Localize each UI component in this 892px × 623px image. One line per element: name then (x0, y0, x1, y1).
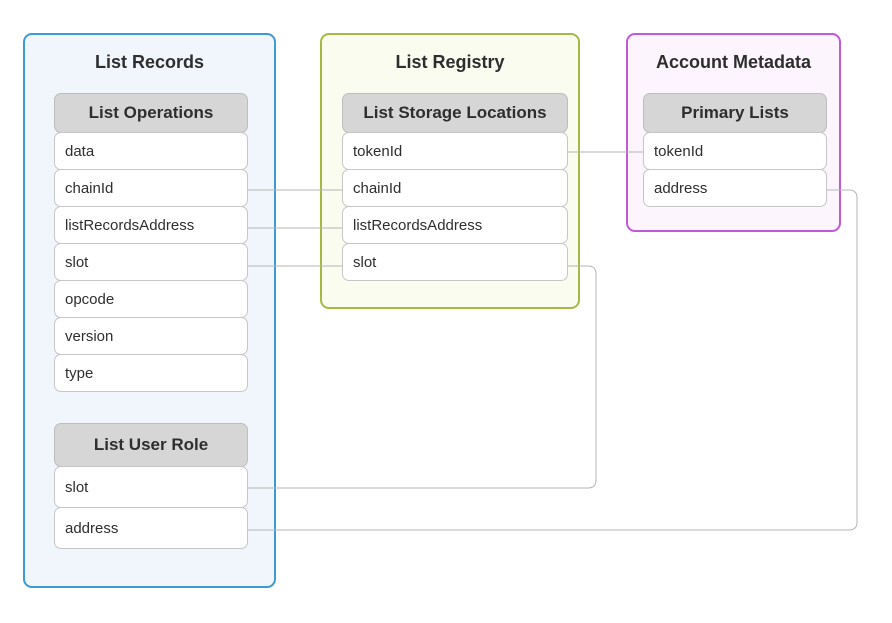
entity-primary-lists: Primary Lists tokenId address (643, 93, 827, 207)
field-row-slot: slot (342, 243, 568, 281)
entity-list-user-role: List User Role slot address (54, 423, 248, 549)
field-row-data: data (54, 132, 248, 170)
group-title-account-metadata: Account Metadata (628, 52, 839, 73)
group-title-list-registry: List Registry (322, 52, 578, 73)
field-row-address: address (54, 507, 248, 549)
field-row-slot: slot (54, 466, 248, 508)
entity-list-operations: List Operations data chainId listRecords… (54, 93, 248, 392)
entity-header-list-storage-locations: List Storage Locations (342, 93, 568, 133)
field-row-type: type (54, 354, 248, 392)
field-row-version: version (54, 317, 248, 355)
entity-header-list-operations: List Operations (54, 93, 248, 133)
field-row-listrecordsaddress: listRecordsAddress (342, 206, 568, 244)
diagram-canvas: List Records List Registry Account Metad… (0, 0, 892, 623)
field-row-slot: slot (54, 243, 248, 281)
field-row-chainid: chainId (342, 169, 568, 207)
field-row-chainid: chainId (54, 169, 248, 207)
field-row-tokenid: tokenId (643, 132, 827, 170)
entity-list-storage-locations: List Storage Locations tokenId chainId l… (342, 93, 568, 281)
entity-header-list-user-role: List User Role (54, 423, 248, 467)
field-row-address: address (643, 169, 827, 207)
field-row-tokenid: tokenId (342, 132, 568, 170)
field-row-listrecordsaddress: listRecordsAddress (54, 206, 248, 244)
entity-header-primary-lists: Primary Lists (643, 93, 827, 133)
field-row-opcode: opcode (54, 280, 248, 318)
group-title-list-records: List Records (25, 52, 274, 73)
